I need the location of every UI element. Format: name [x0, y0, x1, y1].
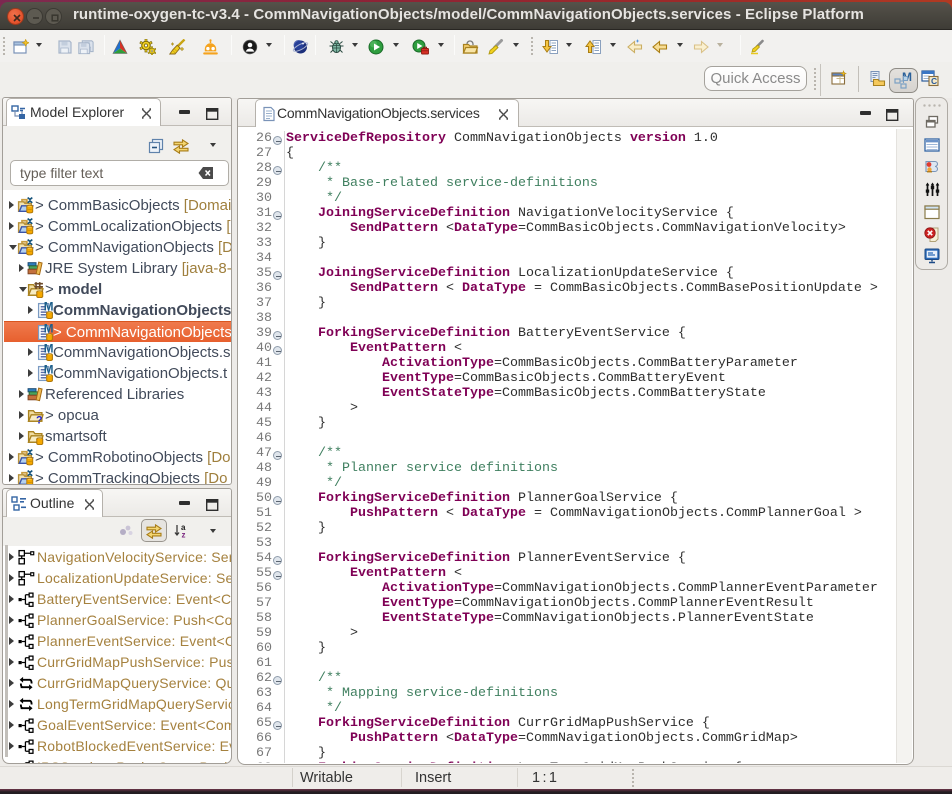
- svg-text:C: C: [931, 76, 937, 86]
- svg-text:z: z: [182, 531, 186, 540]
- svg-text:?: ?: [36, 414, 42, 424]
